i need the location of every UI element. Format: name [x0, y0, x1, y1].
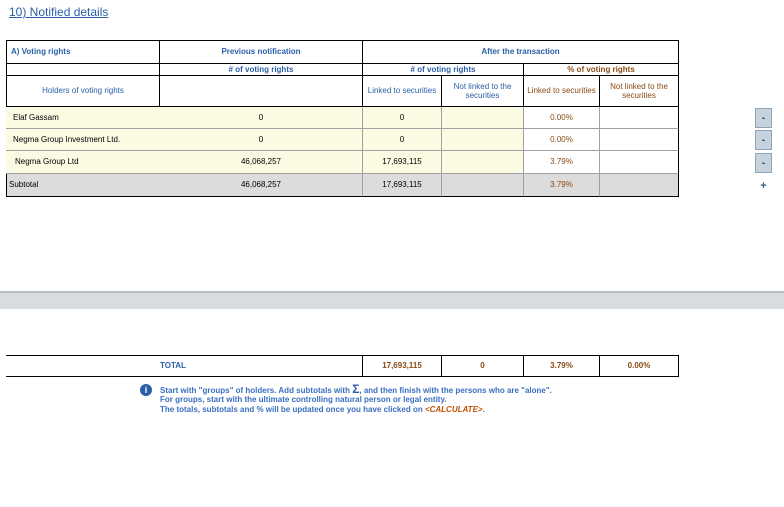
- subtotal-not-linked: [441, 174, 523, 197]
- subtotal-pct-linked: 3.79%: [523, 174, 599, 197]
- calculate-reference: <CALCULATE>: [424, 405, 483, 414]
- note-line-1-start: Start with "groups" of holders. Add subt…: [160, 386, 350, 395]
- subtotal-linked: 17,693,115: [362, 174, 441, 197]
- info-icon: i: [140, 384, 152, 396]
- pct-linked-cell: 0.00%: [523, 129, 599, 151]
- pct-not-linked-column-header: Not linked to the securities: [599, 75, 679, 107]
- holders-column-header: Holders of voting rights: [6, 75, 160, 107]
- total-pct-not-linked: 0.00%: [599, 355, 679, 377]
- pct-linked-cell: 0.00%: [523, 107, 599, 129]
- note-line-3-start: The totals, subtotals and % will be upda…: [160, 405, 425, 414]
- section-divider-band: [0, 291, 784, 309]
- pct-not-linked-cell: [599, 107, 679, 129]
- not-linked-column-header: Not linked to the securities: [441, 75, 523, 107]
- prev-voting-rights-subheader: # of voting rights: [160, 63, 362, 75]
- linked-column-header: Linked to securities: [362, 75, 441, 107]
- total-linked: 17,693,115: [362, 355, 441, 377]
- total-pct-linked: 3.79%: [523, 355, 599, 377]
- remove-row-button[interactable]: -: [755, 108, 772, 128]
- linked-cell[interactable]: 0: [362, 129, 441, 151]
- subtotal-label: Subtotal: [6, 174, 160, 197]
- pct-not-linked-cell: [599, 151, 679, 174]
- not-linked-cell[interactable]: [441, 107, 523, 129]
- after-voting-rights-subheader: # of voting rights: [362, 63, 523, 75]
- linked-cell[interactable]: 0: [362, 107, 441, 129]
- note-line-1: Start with "groups" of holders. Add subt…: [160, 382, 552, 396]
- note-line-3-end: .: [482, 405, 485, 414]
- previous-cell[interactable]: 46,068,257: [160, 151, 362, 174]
- previous-cell[interactable]: 0: [160, 107, 362, 129]
- total-not-linked: 0: [441, 355, 523, 377]
- not-linked-cell[interactable]: [441, 151, 523, 174]
- remove-row-button[interactable]: -: [755, 153, 772, 173]
- holder-cell[interactable]: Negma Group Ltd: [6, 151, 160, 174]
- not-linked-cell[interactable]: [441, 129, 523, 151]
- pct-voting-rights-subheader: % of voting rights: [523, 63, 679, 75]
- note-line-1-end: , and then finish with the persons who a…: [359, 386, 552, 395]
- pct-linked-cell: 3.79%: [523, 151, 599, 174]
- remove-row-button[interactable]: -: [755, 130, 772, 150]
- total-label: TOTAL: [6, 355, 362, 377]
- linked-cell[interactable]: 17,693,115: [362, 151, 441, 174]
- add-row-button[interactable]: +: [755, 176, 772, 196]
- previous-notification-header: Previous notification: [160, 40, 362, 63]
- note-line-2: For groups, start with the ultimate cont…: [160, 395, 447, 404]
- previous-column-header: [160, 75, 362, 107]
- section-title-link[interactable]: 10) Notified details: [9, 5, 108, 19]
- note-line-3: The totals, subtotals and % will be upda…: [160, 405, 485, 414]
- holder-cell[interactable]: Elaf Gassam: [6, 107, 160, 129]
- subtotal-pct-not-linked: [599, 174, 679, 197]
- pct-not-linked-cell: [599, 129, 679, 151]
- subtotal-previous: 46,068,257: [160, 174, 362, 197]
- previous-cell[interactable]: 0: [160, 129, 362, 151]
- header-blank-cell: [6, 63, 160, 75]
- holder-cell[interactable]: Negma Group Investment Ltd.: [6, 129, 160, 151]
- voting-rights-header: A) Voting rights: [6, 40, 160, 63]
- after-transaction-header: After the transaction: [362, 40, 679, 63]
- pct-linked-column-header: Linked to securities: [523, 75, 599, 107]
